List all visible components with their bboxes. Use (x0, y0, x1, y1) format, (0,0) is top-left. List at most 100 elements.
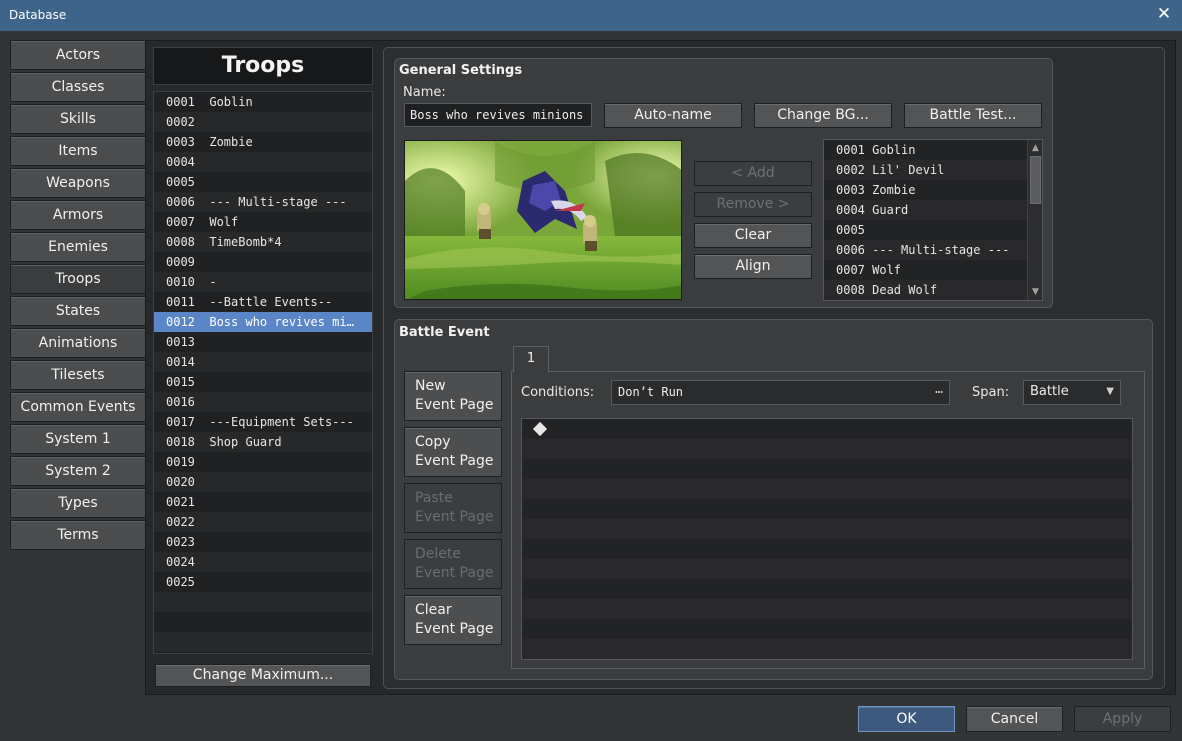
troop-row[interactable]: 0022 (154, 512, 372, 532)
troop-row[interactable]: 0012 Boss who revives mi… (154, 312, 372, 332)
change-maximum-button[interactable]: Change Maximum... (155, 664, 371, 687)
enemy-list-scrollbar[interactable]: ▲ ▼ (1027, 140, 1042, 300)
troop-row[interactable]: 0010 - (154, 272, 372, 292)
auto-name-button[interactable]: Auto-name (604, 103, 742, 128)
troop-row[interactable]: 0007 Wolf (154, 212, 372, 232)
enemy-row[interactable]: 0008 Dead Wolf (824, 280, 1042, 300)
scroll-thumb[interactable] (1030, 156, 1041, 204)
apply-button[interactable]: Apply (1074, 706, 1171, 732)
enemy-list[interactable]: 0001 Goblin 0002 Lil' Devil 0003 Zombie 000… (823, 139, 1043, 301)
event-command-row[interactable] (522, 559, 1132, 579)
troop-row[interactable]: 0015 (154, 372, 372, 392)
event-command-row[interactable] (522, 639, 1132, 659)
window-title: Database (9, 8, 67, 22)
troop-row[interactable]: 0008 TimeBomb*4 (154, 232, 372, 252)
category-items[interactable]: Items (10, 136, 146, 166)
conditions-field[interactable]: Don’t Run … (611, 380, 950, 405)
event-command-row[interactable] (522, 499, 1132, 519)
troop-row[interactable]: 0003 Zombie (154, 132, 372, 152)
troop-row[interactable]: 0019 (154, 452, 372, 472)
ellipsis-icon[interactable]: … (935, 379, 943, 401)
event-command-row[interactable] (522, 519, 1132, 539)
troop-row[interactable]: 0001 Goblin (154, 92, 372, 112)
troop-row[interactable]: 0004 (154, 152, 372, 172)
enemy-row[interactable]: 0005 (824, 220, 1042, 240)
category-weapons[interactable]: Weapons (10, 168, 146, 198)
paste-event-page-button[interactable]: Paste Event Page (404, 483, 502, 533)
enemy-row[interactable]: 0003 Zombie (824, 180, 1042, 200)
category-system-1[interactable]: System 1 (10, 424, 146, 454)
category-terms[interactable]: Terms (10, 520, 146, 550)
enemy-row[interactable]: 0002 Lil' Devil (824, 160, 1042, 180)
cancel-button[interactable]: Cancel (966, 706, 1063, 732)
troop-row[interactable]: 0018 Shop Guard (154, 432, 372, 452)
title-bar: Database ✕ (0, 0, 1182, 31)
event-command-row[interactable] (522, 479, 1132, 499)
name-field[interactable]: Boss who revives minions (404, 103, 592, 127)
scroll-down-icon[interactable]: ▼ (1028, 285, 1043, 299)
troop-list[interactable]: 0001 Goblin 0002 0003 Zombie 0004 0005 0006 -… (153, 91, 373, 654)
battle-preview[interactable] (404, 140, 682, 300)
ok-button[interactable]: OK (858, 706, 955, 732)
category-actors[interactable]: Actors (10, 40, 146, 70)
category-animations[interactable]: Animations (10, 328, 146, 358)
troop-row[interactable]: 0014 (154, 352, 372, 372)
troop-row[interactable]: 0009 (154, 252, 372, 272)
name-label: Name: (403, 85, 446, 100)
troop-row[interactable]: 0024 (154, 552, 372, 572)
event-command-row[interactable] (522, 599, 1132, 619)
category-skills[interactable]: Skills (10, 104, 146, 134)
clear-event-page-button[interactable]: Clear Event Page (404, 595, 502, 645)
event-command-row[interactable] (522, 419, 1132, 439)
category-system-2[interactable]: System 2 (10, 456, 146, 486)
clear-enemies-button[interactable]: Clear (694, 223, 812, 248)
general-settings-title: General Settings (399, 63, 523, 78)
category-types[interactable]: Types (10, 488, 146, 518)
battle-test-button[interactable]: Battle Test... (904, 103, 1042, 128)
delete-event-page-button[interactable]: Delete Event Page (404, 539, 502, 589)
troop-row[interactable]: 0002 (154, 112, 372, 132)
troop-row[interactable]: 0020 (154, 472, 372, 492)
troop-row[interactable]: 0005 (154, 172, 372, 192)
event-command-list[interactable] (521, 418, 1133, 660)
enemy-row[interactable]: 0004 Guard (824, 200, 1042, 220)
enemy-row[interactable]: 0001 Goblin (824, 140, 1042, 160)
troop-row[interactable]: 0023 (154, 532, 372, 552)
new-event-page-label-2: Event Page (415, 397, 494, 413)
event-command-row[interactable] (522, 439, 1132, 459)
span-select[interactable]: Battle ▼ (1023, 380, 1121, 405)
category-enemies[interactable]: Enemies (10, 232, 146, 262)
troop-row[interactable]: 0013 (154, 332, 372, 352)
change-bg-button[interactable]: Change BG... (754, 103, 892, 128)
category-common-events[interactable]: Common Events (10, 392, 146, 422)
category-armors[interactable]: Armors (10, 200, 146, 230)
troop-row[interactable] (154, 592, 372, 612)
scroll-up-icon[interactable]: ▲ (1028, 141, 1043, 155)
add-enemy-button[interactable]: < Add (694, 161, 812, 186)
category-states[interactable]: States (10, 296, 146, 326)
enemy-row[interactable]: 0006 --- Multi-stage --- (824, 240, 1042, 260)
event-command-row[interactable] (522, 539, 1132, 559)
enemy-row[interactable]: 0007 Wolf (824, 260, 1042, 280)
align-enemies-button[interactable]: Align (694, 254, 812, 279)
troop-row[interactable]: 0016 (154, 392, 372, 412)
paste-event-page-label-2: Event Page (415, 509, 494, 525)
tab-page-1[interactable]: 1 (513, 346, 549, 372)
troop-row[interactable]: 0011 --Battle Events-- (154, 292, 372, 312)
copy-event-page-button[interactable]: Copy Event Page (404, 427, 502, 477)
category-classes[interactable]: Classes (10, 72, 146, 102)
event-command-row[interactable] (522, 619, 1132, 639)
event-command-row[interactable] (522, 579, 1132, 599)
event-command-row[interactable] (522, 459, 1132, 479)
category-tilesets[interactable]: Tilesets (10, 360, 146, 390)
troop-row[interactable]: 0025 (154, 572, 372, 592)
troop-row[interactable]: 0021 (154, 492, 372, 512)
new-event-page-button[interactable]: New Event Page (404, 371, 502, 421)
troop-row[interactable]: 0006 --- Multi-stage --- (154, 192, 372, 212)
close-icon[interactable]: ✕ (1154, 4, 1174, 24)
remove-enemy-button[interactable]: Remove > (694, 192, 812, 217)
category-troops[interactable]: Troops (10, 264, 146, 294)
troop-row[interactable] (154, 612, 372, 632)
troop-row[interactable]: 0017 ---Equipment Sets--- (154, 412, 372, 432)
troop-row[interactable] (154, 632, 372, 652)
